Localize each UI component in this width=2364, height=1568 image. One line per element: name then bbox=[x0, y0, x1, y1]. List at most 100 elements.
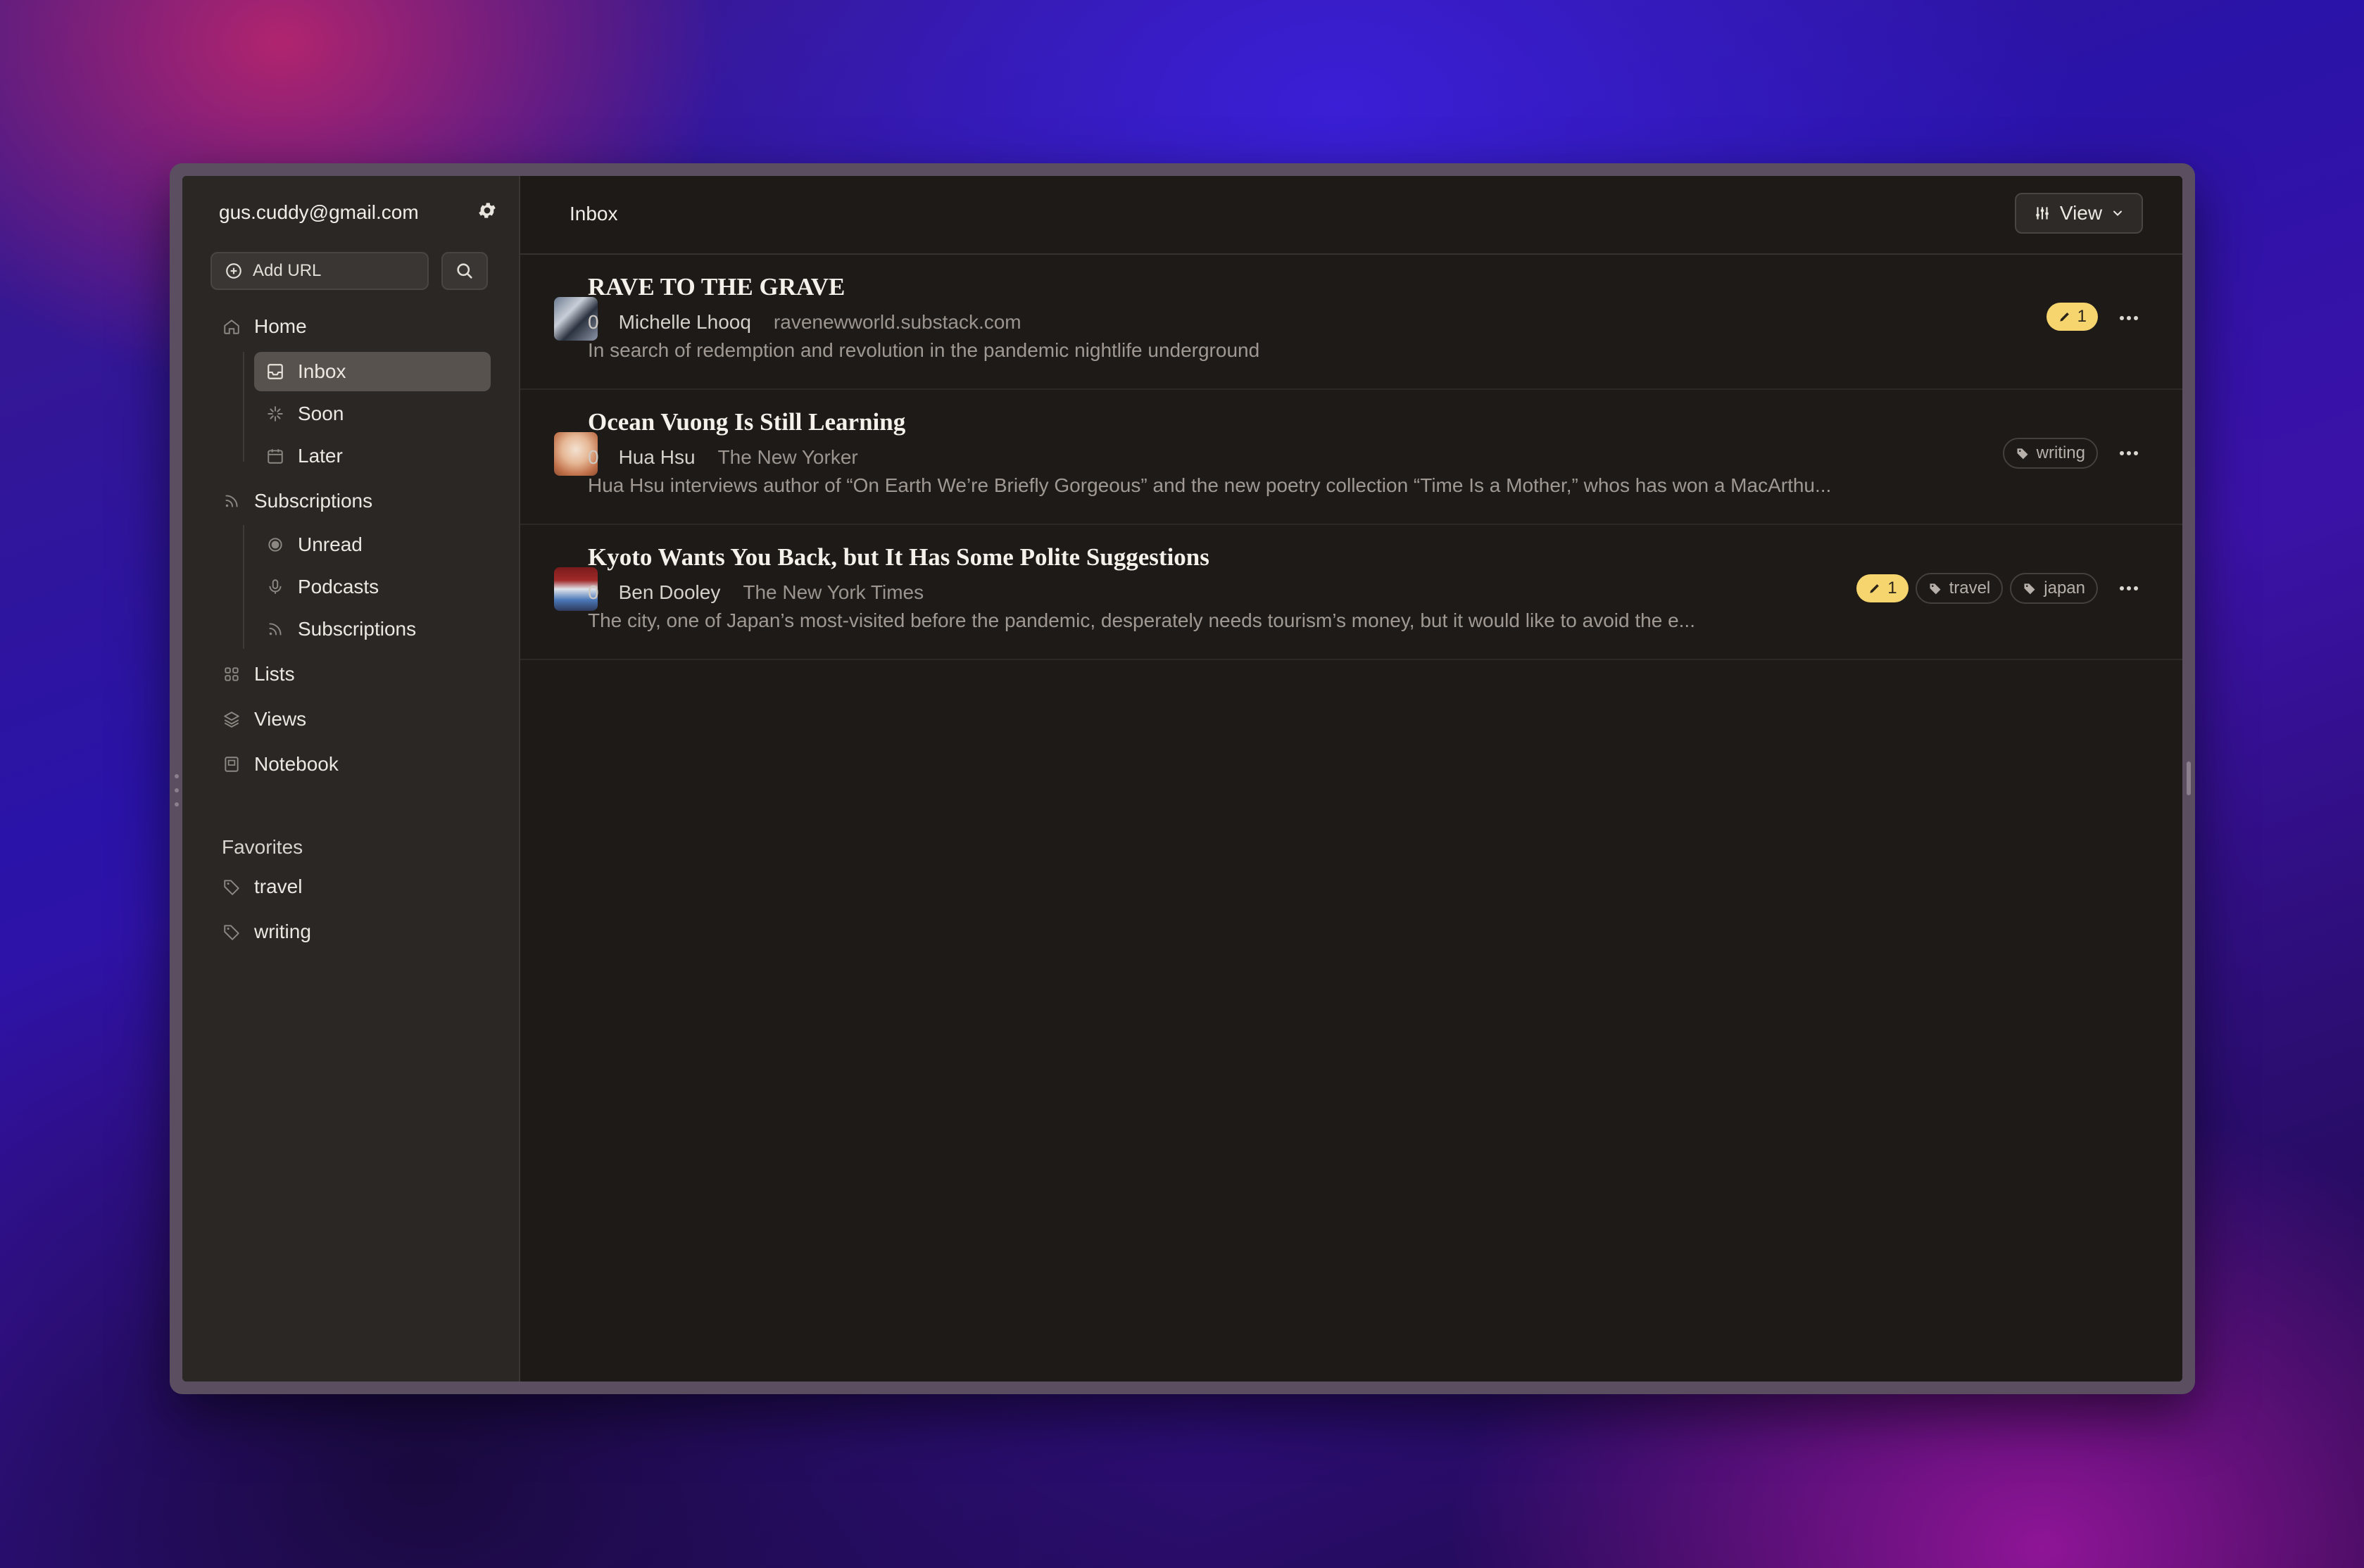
article-count: 0 bbox=[588, 311, 599, 333]
article-row[interactable]: Ocean Vuong Is Still Learning 0 Hua Hsu Th… bbox=[520, 390, 2182, 525]
pencil-icon bbox=[1870, 584, 1880, 593]
sparkle-icon bbox=[265, 404, 285, 424]
sidebar-item-label: Lists bbox=[254, 663, 295, 685]
article-source: The New Yorker bbox=[717, 446, 858, 468]
rss-icon bbox=[265, 619, 285, 639]
sidebar-item-label: Views bbox=[254, 708, 307, 730]
article-title[interactable]: RAVE TO THE GRAVE bbox=[588, 273, 845, 301]
sidebar-favorite-writing[interactable]: writing bbox=[222, 912, 489, 951]
sidebar-item-label: Notebook bbox=[254, 753, 339, 775]
app-window: gus.cuddy@gmail.com Add URL Home Inbox S… bbox=[170, 163, 2195, 1394]
tag-icon bbox=[1930, 583, 1941, 595]
tag-label: japan bbox=[2044, 578, 2085, 598]
home-icon bbox=[222, 317, 241, 336]
tag-writing[interactable]: writing bbox=[2002, 438, 2098, 469]
sidebar-item-label: Unread bbox=[298, 533, 363, 555]
sidebar-item-label: Subscriptions bbox=[298, 618, 417, 640]
tag-label: writing bbox=[2036, 443, 2085, 462]
sidebar-item-label: Subscriptions bbox=[254, 490, 373, 512]
sidebar-item-label: Soon bbox=[298, 403, 344, 424]
sidebar-favorite-travel[interactable]: travel bbox=[222, 867, 489, 906]
main-header: Inbox View bbox=[520, 176, 2182, 255]
sliders-icon bbox=[2036, 207, 2049, 220]
tag-icon bbox=[2017, 448, 2028, 460]
article-title[interactable]: Kyoto Wants You Back, but It Has Some Po… bbox=[588, 543, 1209, 571]
resize-handle-left[interactable] bbox=[174, 773, 180, 808]
microphone-icon bbox=[265, 577, 285, 597]
search-icon bbox=[457, 263, 472, 279]
highlight-count: 1 bbox=[1887, 578, 1897, 598]
article-author: Michelle Lhooq bbox=[618, 311, 751, 333]
article-badges: writing bbox=[2002, 438, 2098, 469]
tag-icon bbox=[222, 922, 241, 942]
more-icon[interactable] bbox=[2116, 305, 2142, 331]
unread-dot-icon bbox=[265, 535, 285, 555]
view-label: View bbox=[2059, 202, 2103, 224]
app-shell: gus.cuddy@gmail.com Add URL Home Inbox S… bbox=[182, 176, 2182, 1382]
resize-handle-right[interactable] bbox=[2187, 761, 2191, 795]
sidebar-item-unread[interactable]: Unread bbox=[254, 525, 491, 564]
favorites-heading: Favorites bbox=[222, 836, 303, 858]
article-badges: 1 travel japan bbox=[1856, 573, 2098, 604]
sidebar-item-label: travel bbox=[254, 875, 303, 897]
article-source: ravenewworld.substack.com bbox=[773, 311, 1021, 333]
tag-japan[interactable]: japan bbox=[2010, 573, 2098, 604]
article-meta: 0 Hua Hsu The New Yorker bbox=[588, 446, 858, 469]
calendar-icon bbox=[265, 446, 285, 466]
article-badges: 1 bbox=[2046, 303, 2098, 331]
tag-label: travel bbox=[1949, 578, 1991, 598]
add-url-button[interactable]: Add URL bbox=[210, 252, 429, 290]
more-icon[interactable] bbox=[2116, 441, 2142, 466]
article-count: 0 bbox=[588, 581, 599, 603]
sidebar-item-soon[interactable]: Soon bbox=[254, 394, 491, 434]
gear-icon[interactable] bbox=[477, 200, 498, 221]
chevron-down-icon bbox=[2113, 210, 2123, 216]
sidebar-item-subscriptions-feed[interactable]: Subscriptions bbox=[254, 609, 491, 649]
more-icon[interactable] bbox=[2116, 576, 2142, 601]
main-panel: Inbox View RAVE TO THE GRAVE 0 Michelle L… bbox=[520, 176, 2182, 1382]
article-meta: 0 Ben Dooley The New York Times bbox=[588, 581, 924, 604]
article-row[interactable]: RAVE TO THE GRAVE 0 Michelle Lhooq ravenew… bbox=[520, 255, 2182, 390]
highlight-badge[interactable]: 1 bbox=[2046, 303, 2098, 331]
tag-travel[interactable]: travel bbox=[1915, 573, 2004, 604]
sidebar-item-home[interactable]: Home bbox=[222, 307, 489, 346]
article-meta: 0 Michelle Lhooq ravenewworld.substack.com bbox=[588, 311, 1021, 334]
article-author: Ben Dooley bbox=[618, 581, 721, 603]
sidebar-item-subscriptions[interactable]: Subscriptions bbox=[222, 481, 489, 521]
rss-icon bbox=[222, 491, 241, 511]
add-url-label: Add URL bbox=[253, 261, 322, 280]
search-button[interactable] bbox=[441, 252, 488, 290]
sidebar-item-label: Inbox bbox=[298, 360, 346, 382]
nav-tree-line bbox=[243, 525, 244, 649]
nav-tree-line bbox=[243, 352, 244, 462]
sidebar-item-label: writing bbox=[254, 921, 311, 942]
sidebar-item-views[interactable]: Views bbox=[222, 700, 489, 739]
article-count: 0 bbox=[588, 446, 599, 468]
highlight-count: 1 bbox=[2077, 307, 2087, 326]
notebook-icon bbox=[222, 754, 241, 774]
article-title[interactable]: Ocean Vuong Is Still Learning bbox=[588, 408, 905, 436]
view-button[interactable]: View bbox=[2015, 193, 2143, 234]
sidebar-item-notebook[interactable]: Notebook bbox=[222, 745, 489, 784]
plus-circle-icon bbox=[226, 263, 241, 279]
page-title: Inbox bbox=[570, 203, 618, 225]
article-row[interactable]: Kyoto Wants You Back, but It Has Some Po… bbox=[520, 525, 2182, 660]
pencil-icon bbox=[2059, 312, 2069, 322]
sidebar: gus.cuddy@gmail.com Add URL Home Inbox S… bbox=[182, 176, 520, 1382]
article-description: Hua Hsu interviews author of “On Earth W… bbox=[588, 474, 1832, 496]
inbox-icon bbox=[265, 362, 285, 381]
article-description: The city, one of Japan’s most-visited be… bbox=[588, 609, 1695, 631]
sidebar-item-later[interactable]: Later bbox=[254, 436, 491, 476]
sidebar-item-lists[interactable]: Lists bbox=[222, 655, 489, 694]
highlight-badge[interactable]: 1 bbox=[1856, 574, 1909, 602]
sidebar-item-inbox[interactable]: Inbox bbox=[254, 352, 491, 391]
sidebar-item-podcasts[interactable]: Podcasts bbox=[254, 567, 491, 607]
sidebar-item-label: Later bbox=[298, 445, 343, 467]
article-source: The New York Times bbox=[743, 581, 924, 603]
tag-icon bbox=[222, 877, 241, 897]
sidebar-item-label: Home bbox=[254, 315, 307, 337]
article-author: Hua Hsu bbox=[618, 446, 696, 468]
sidebar-item-label: Podcasts bbox=[298, 576, 379, 598]
grid-icon bbox=[222, 664, 241, 684]
account-email[interactable]: gus.cuddy@gmail.com bbox=[219, 201, 419, 224]
